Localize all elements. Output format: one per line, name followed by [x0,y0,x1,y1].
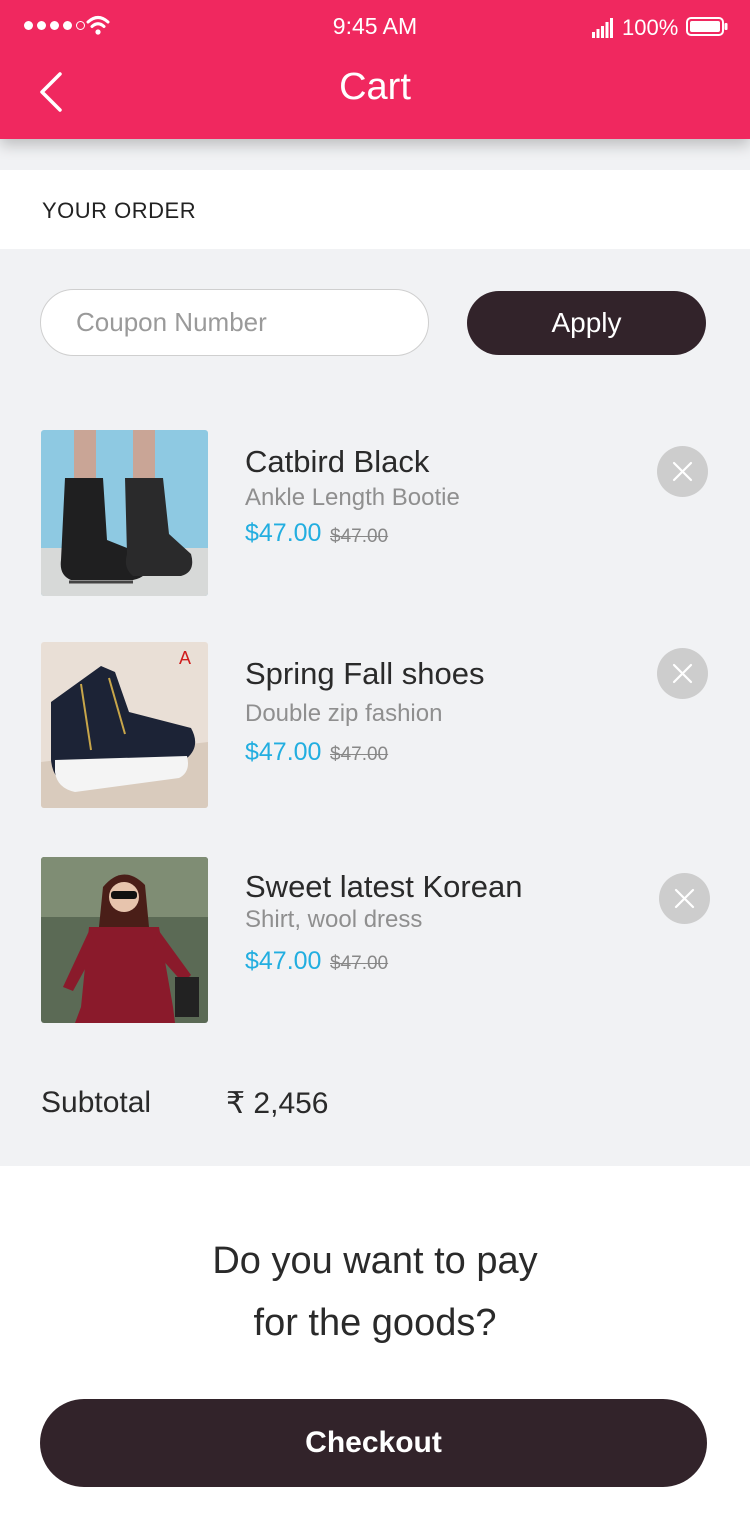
product-subtitle: Shirt, wool dress [245,906,423,933]
product-name: Catbird Black [245,444,430,479]
close-icon [672,461,693,482]
product-subtitle: Double zip fashion [245,700,443,727]
product-price: $47.00 [245,947,322,975]
remove-item-button[interactable] [657,648,708,699]
subtotal-value: ₹ 2,456 [226,1087,329,1120]
subtotal-label: Subtotal [41,1086,152,1119]
battery-percent: 100% [622,15,679,40]
app-header: 9:45 AM 100% Cart [0,0,750,139]
product-price: $47.00 [245,738,322,766]
close-icon [672,663,693,684]
close-icon [674,888,695,909]
product-image [41,430,208,596]
cart-item: Catbird Black Ankle Length Bootie $47.00… [0,430,750,600]
product-image [41,857,208,1023]
cart-item: A Spring Fall shoes Double zip fashion $… [0,642,750,812]
payment-question-line2: for the goods? [253,1302,497,1344]
coupon-input[interactable] [40,289,429,356]
product-price: $47.00 [245,519,322,547]
checkout-button[interactable]: Checkout [40,1399,707,1487]
page-title: Cart [339,66,411,108]
payment-question-line1: Do you want to pay [212,1240,538,1282]
status-bar: 9:45 AM 100% [0,0,750,54]
svg-text:A: A [179,648,191,668]
product-old-price: $47.00 [330,953,389,974]
product-name: Sweet latest Korean [245,869,523,904]
remove-item-button[interactable] [659,873,710,924]
cart-item: Sweet latest Korean Shirt, wool dress $4… [0,857,750,1027]
cellular-signal-icon [592,18,613,38]
product-image: A [41,642,208,808]
product-subtitle: Ankle Length Bootie [245,484,460,511]
product-old-price: $47.00 [330,526,389,547]
your-order-section: YOUR ORDER [0,170,750,249]
apply-button[interactable]: Apply [467,291,706,355]
remove-item-button[interactable] [657,446,708,497]
product-old-price: $47.00 [330,744,389,765]
battery-icon [686,17,728,36]
product-name: Spring Fall shoes [245,656,485,691]
your-order-label: YOUR ORDER [42,198,197,223]
